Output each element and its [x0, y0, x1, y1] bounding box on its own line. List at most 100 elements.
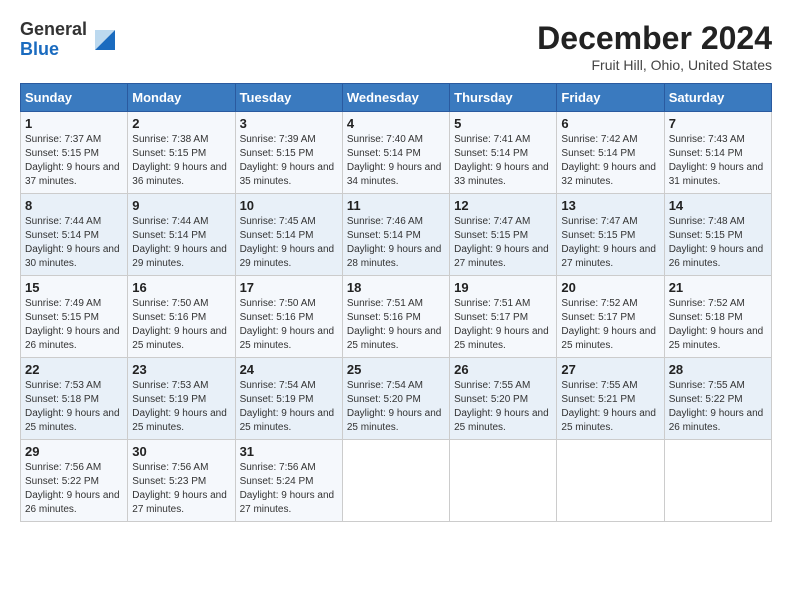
day-number: 1: [25, 116, 123, 131]
logo-blue: Blue: [20, 40, 59, 60]
day-info: Sunrise: 7:42 AM Sunset: 5:14 PM Dayligh…: [561, 134, 656, 187]
day-number: 9: [132, 198, 230, 213]
calendar-empty-cell: [342, 440, 449, 522]
day-info: Sunrise: 7:48 AM Sunset: 5:15 PM Dayligh…: [669, 216, 764, 269]
logo: General Blue: [20, 20, 120, 60]
day-info: Sunrise: 7:49 AM Sunset: 5:15 PM Dayligh…: [25, 298, 120, 351]
day-info: Sunrise: 7:51 AM Sunset: 5:16 PM Dayligh…: [347, 298, 442, 351]
calendar-week-2: 8 Sunrise: 7:44 AM Sunset: 5:14 PM Dayli…: [21, 194, 772, 276]
day-number: 8: [25, 198, 123, 213]
calendar-day-20: 20 Sunrise: 7:52 AM Sunset: 5:17 PM Dayl…: [557, 276, 664, 358]
calendar-table: Sunday Monday Tuesday Wednesday Thursday…: [20, 83, 772, 522]
day-number: 15: [25, 280, 123, 295]
day-number: 10: [240, 198, 338, 213]
day-number: 30: [132, 444, 230, 459]
calendar-week-3: 15 Sunrise: 7:49 AM Sunset: 5:15 PM Dayl…: [21, 276, 772, 358]
page-header: General Blue December 2024 Fruit Hill, O…: [20, 20, 772, 73]
calendar-day-16: 16 Sunrise: 7:50 AM Sunset: 5:16 PM Dayl…: [128, 276, 235, 358]
calendar-day-24: 24 Sunrise: 7:54 AM Sunset: 5:19 PM Dayl…: [235, 358, 342, 440]
day-number: 11: [347, 198, 445, 213]
day-info: Sunrise: 7:55 AM Sunset: 5:22 PM Dayligh…: [669, 380, 764, 433]
calendar-day-25: 25 Sunrise: 7:54 AM Sunset: 5:20 PM Dayl…: [342, 358, 449, 440]
day-info: Sunrise: 7:50 AM Sunset: 5:16 PM Dayligh…: [132, 298, 227, 351]
calendar-day-29: 29 Sunrise: 7:56 AM Sunset: 5:22 PM Dayl…: [21, 440, 128, 522]
day-info: Sunrise: 7:56 AM Sunset: 5:24 PM Dayligh…: [240, 462, 335, 515]
calendar-day-22: 22 Sunrise: 7:53 AM Sunset: 5:18 PM Dayl…: [21, 358, 128, 440]
calendar-day-18: 18 Sunrise: 7:51 AM Sunset: 5:16 PM Dayl…: [342, 276, 449, 358]
day-info: Sunrise: 7:45 AM Sunset: 5:14 PM Dayligh…: [240, 216, 335, 269]
calendar-day-12: 12 Sunrise: 7:47 AM Sunset: 5:15 PM Dayl…: [450, 194, 557, 276]
col-monday: Monday: [128, 84, 235, 112]
day-number: 4: [347, 116, 445, 131]
day-number: 20: [561, 280, 659, 295]
calendar-day-19: 19 Sunrise: 7:51 AM Sunset: 5:17 PM Dayl…: [450, 276, 557, 358]
calendar-day-27: 27 Sunrise: 7:55 AM Sunset: 5:21 PM Dayl…: [557, 358, 664, 440]
day-info: Sunrise: 7:38 AM Sunset: 5:15 PM Dayligh…: [132, 134, 227, 187]
logo-general: General: [20, 20, 87, 40]
calendar-day-3: 3 Sunrise: 7:39 AM Sunset: 5:15 PM Dayli…: [235, 112, 342, 194]
logo-icon: [90, 25, 120, 55]
day-number: 21: [669, 280, 767, 295]
calendar-week-5: 29 Sunrise: 7:56 AM Sunset: 5:22 PM Dayl…: [21, 440, 772, 522]
calendar-day-17: 17 Sunrise: 7:50 AM Sunset: 5:16 PM Dayl…: [235, 276, 342, 358]
day-info: Sunrise: 7:47 AM Sunset: 5:15 PM Dayligh…: [561, 216, 656, 269]
day-info: Sunrise: 7:54 AM Sunset: 5:20 PM Dayligh…: [347, 380, 442, 433]
page-subtitle: Fruit Hill, Ohio, United States: [537, 57, 772, 73]
day-number: 26: [454, 362, 552, 377]
col-sunday: Sunday: [21, 84, 128, 112]
day-info: Sunrise: 7:40 AM Sunset: 5:14 PM Dayligh…: [347, 134, 442, 187]
col-friday: Friday: [557, 84, 664, 112]
day-info: Sunrise: 7:43 AM Sunset: 5:14 PM Dayligh…: [669, 134, 764, 187]
day-number: 27: [561, 362, 659, 377]
calendar-day-6: 6 Sunrise: 7:42 AM Sunset: 5:14 PM Dayli…: [557, 112, 664, 194]
day-info: Sunrise: 7:44 AM Sunset: 5:14 PM Dayligh…: [25, 216, 120, 269]
calendar-day-21: 21 Sunrise: 7:52 AM Sunset: 5:18 PM Dayl…: [664, 276, 771, 358]
day-info: Sunrise: 7:37 AM Sunset: 5:15 PM Dayligh…: [25, 134, 120, 187]
day-info: Sunrise: 7:41 AM Sunset: 5:14 PM Dayligh…: [454, 134, 549, 187]
col-tuesday: Tuesday: [235, 84, 342, 112]
day-number: 6: [561, 116, 659, 131]
day-info: Sunrise: 7:46 AM Sunset: 5:14 PM Dayligh…: [347, 216, 442, 269]
calendar-day-30: 30 Sunrise: 7:56 AM Sunset: 5:23 PM Dayl…: [128, 440, 235, 522]
day-number: 17: [240, 280, 338, 295]
calendar-day-10: 10 Sunrise: 7:45 AM Sunset: 5:14 PM Dayl…: [235, 194, 342, 276]
calendar-day-9: 9 Sunrise: 7:44 AM Sunset: 5:14 PM Dayli…: [128, 194, 235, 276]
day-info: Sunrise: 7:53 AM Sunset: 5:19 PM Dayligh…: [132, 380, 227, 433]
day-info: Sunrise: 7:53 AM Sunset: 5:18 PM Dayligh…: [25, 380, 120, 433]
calendar-header-row: Sunday Monday Tuesday Wednesday Thursday…: [21, 84, 772, 112]
day-info: Sunrise: 7:51 AM Sunset: 5:17 PM Dayligh…: [454, 298, 549, 351]
col-thursday: Thursday: [450, 84, 557, 112]
day-number: 7: [669, 116, 767, 131]
day-info: Sunrise: 7:39 AM Sunset: 5:15 PM Dayligh…: [240, 134, 335, 187]
day-number: 2: [132, 116, 230, 131]
day-info: Sunrise: 7:47 AM Sunset: 5:15 PM Dayligh…: [454, 216, 549, 269]
calendar-day-15: 15 Sunrise: 7:49 AM Sunset: 5:15 PM Dayl…: [21, 276, 128, 358]
day-number: 29: [25, 444, 123, 459]
col-wednesday: Wednesday: [342, 84, 449, 112]
calendar-day-4: 4 Sunrise: 7:40 AM Sunset: 5:14 PM Dayli…: [342, 112, 449, 194]
day-number: 31: [240, 444, 338, 459]
day-info: Sunrise: 7:52 AM Sunset: 5:18 PM Dayligh…: [669, 298, 764, 351]
day-info: Sunrise: 7:55 AM Sunset: 5:20 PM Dayligh…: [454, 380, 549, 433]
day-number: 16: [132, 280, 230, 295]
day-info: Sunrise: 7:56 AM Sunset: 5:22 PM Dayligh…: [25, 462, 120, 515]
day-info: Sunrise: 7:50 AM Sunset: 5:16 PM Dayligh…: [240, 298, 335, 351]
day-number: 22: [25, 362, 123, 377]
title-area: December 2024 Fruit Hill, Ohio, United S…: [537, 20, 772, 73]
page-title: December 2024: [537, 20, 772, 57]
calendar-week-4: 22 Sunrise: 7:53 AM Sunset: 5:18 PM Dayl…: [21, 358, 772, 440]
day-number: 13: [561, 198, 659, 213]
calendar-empty-cell: [664, 440, 771, 522]
day-number: 14: [669, 198, 767, 213]
day-number: 24: [240, 362, 338, 377]
day-number: 18: [347, 280, 445, 295]
day-number: 3: [240, 116, 338, 131]
day-number: 25: [347, 362, 445, 377]
col-saturday: Saturday: [664, 84, 771, 112]
day-number: 19: [454, 280, 552, 295]
calendar-day-28: 28 Sunrise: 7:55 AM Sunset: 5:22 PM Dayl…: [664, 358, 771, 440]
calendar-day-5: 5 Sunrise: 7:41 AM Sunset: 5:14 PM Dayli…: [450, 112, 557, 194]
calendar-day-7: 7 Sunrise: 7:43 AM Sunset: 5:14 PM Dayli…: [664, 112, 771, 194]
calendar-empty-cell: [557, 440, 664, 522]
day-info: Sunrise: 7:52 AM Sunset: 5:17 PM Dayligh…: [561, 298, 656, 351]
